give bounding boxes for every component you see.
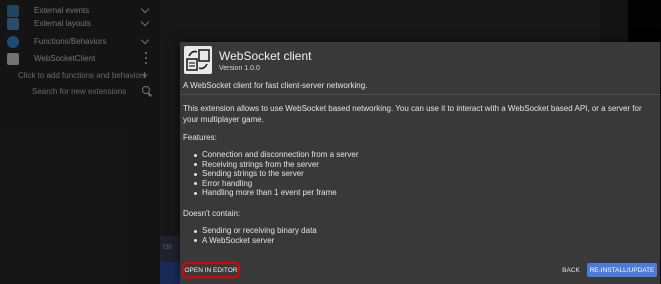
features-heading: Features:	[183, 133, 217, 142]
extension-title: WebSocket client	[219, 49, 312, 63]
websocket-extension-icon	[184, 46, 212, 74]
list-item: A WebSocket server	[194, 236, 317, 246]
extension-description: This extension allows to use WebSocket b…	[183, 104, 642, 124]
reinstall-update-button[interactable]: RE-INSTALL/UPDATE	[587, 263, 657, 277]
list-item: Error handling	[194, 179, 359, 189]
not-contained-list: Sending or receiving binary data A WebSo…	[194, 226, 317, 245]
back-button[interactable]: BACK	[560, 263, 582, 277]
not-contained-heading: Doesn't contain:	[183, 209, 241, 218]
list-item: Sending or receiving binary data	[194, 226, 317, 236]
open-in-editor-button[interactable]: OPEN IN EDITOR	[182, 262, 240, 278]
list-item: Handling more than 1 event per frame	[194, 188, 359, 198]
list-item: Receiving strings from the server	[194, 160, 359, 170]
dialog-header: WebSocket client Version 1.0.0	[184, 46, 312, 74]
extension-short-description: A WebSocket client for fast client-serve…	[183, 81, 368, 90]
list-item: Sending strings to the server	[194, 169, 359, 179]
features-list: Connection and disconnection from a serv…	[194, 150, 359, 198]
dialog-divider	[180, 94, 660, 95]
list-item: Connection and disconnection from a serv…	[194, 150, 359, 160]
extension-dialog: WebSocket client Version 1.0.0 A WebSock…	[180, 42, 660, 284]
extension-version: Version 1.0.0	[219, 65, 260, 72]
